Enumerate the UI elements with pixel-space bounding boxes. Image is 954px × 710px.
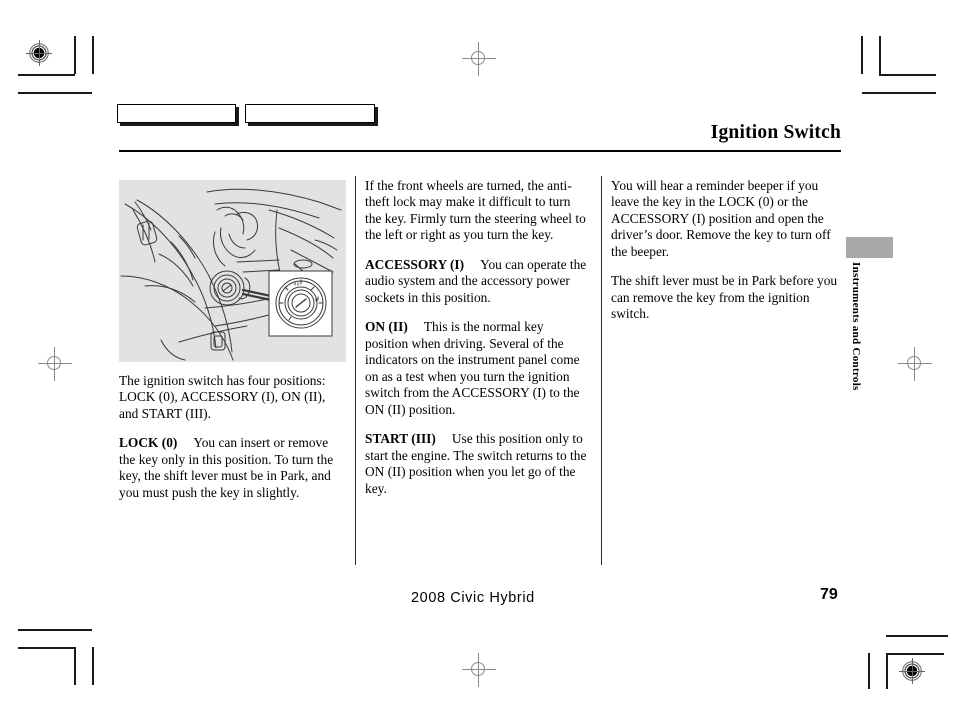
footer-page-number: 79 <box>820 586 838 603</box>
paragraph: ACCESSORY (I) You can operate the audio s… <box>365 257 589 306</box>
run-in-heading: ACCESSORY (I) <box>365 256 465 272</box>
paragraph: If the front wheels are turned, the anti… <box>365 178 589 244</box>
registration-crosshair-right-middle <box>898 347 932 381</box>
paragraph: START (III) Use this position only to sta… <box>365 431 589 497</box>
crop-mark-bottom-right-inner-vertical <box>868 653 870 689</box>
run-in-heading: ON (II) <box>365 319 408 335</box>
header-tab-box-right <box>245 104 375 123</box>
crop-mark-bottom-right-horizontal <box>886 635 948 637</box>
registration-bullseye-top-left <box>26 40 52 66</box>
crop-mark-top-right-vertical <box>879 36 881 74</box>
registration-bullseye-bottom-right <box>899 658 925 684</box>
paragraph-text: If the front wheels are turned, the anti… <box>365 178 586 243</box>
crop-mark-top-left-vertical <box>74 36 76 74</box>
registration-crosshair-bottom-center <box>462 653 496 687</box>
run-in-heading: LOCK (0) <box>119 435 178 451</box>
column-divider-1 <box>355 176 357 565</box>
crop-mark-top-left-horizontal <box>18 92 92 94</box>
column-divider-2 <box>601 176 603 565</box>
ignition-switch-illustration <box>119 180 346 362</box>
paragraph: The ignition switch has four positions: … <box>119 373 344 422</box>
page-title: Ignition Switch <box>710 122 841 143</box>
paragraph-text: The ignition switch has four positions: … <box>119 373 326 421</box>
crop-mark-top-left-inner-vertical <box>92 36 94 74</box>
paragraph-text: The shift lever must be in Park before y… <box>611 273 838 322</box>
paragraph: You will hear a reminder beeper if you l… <box>611 178 843 260</box>
crop-mark-bottom-left-horizontal <box>18 629 92 631</box>
text-column-1: The ignition switch has four positions: … <box>119 373 344 501</box>
crop-mark-bottom-right-inner-horizontal <box>886 653 944 655</box>
crop-mark-top-right-horizontal <box>862 92 936 94</box>
paragraph: ON (II) This is the normal key position w… <box>365 319 589 418</box>
crop-mark-top-left-inner-horizontal <box>18 74 75 76</box>
crop-mark-bottom-left-vertical <box>74 647 76 685</box>
crop-mark-top-right-inner-vertical <box>861 36 863 74</box>
paragraph: LOCK (0) You can insert or remove the key… <box>119 435 344 501</box>
registration-crosshair-top-center <box>462 42 496 76</box>
run-in-heading: START (III) <box>365 431 436 447</box>
crop-mark-bottom-right-vertical <box>886 653 888 689</box>
title-rule <box>119 150 841 153</box>
section-tab-marker <box>846 237 893 258</box>
crop-mark-bottom-left-inner-vertical <box>92 647 94 685</box>
header-tab-box-left <box>117 104 236 123</box>
crop-mark-top-right-inner-horizontal <box>879 74 936 76</box>
section-tab-label: Instruments and Controls <box>850 262 862 391</box>
paragraph-text: You will hear a reminder beeper if you l… <box>611 178 831 259</box>
text-column-3: You will hear a reminder beeper if you l… <box>611 178 843 323</box>
registration-crosshair-left-middle <box>38 347 72 381</box>
paragraph: The shift lever must be in Park before y… <box>611 273 843 322</box>
footer-model-name: 2008 Civic Hybrid <box>411 590 535 606</box>
text-column-2: If the front wheels are turned, the anti… <box>365 178 589 497</box>
crop-mark-bottom-left-inner-horizontal <box>18 647 75 649</box>
